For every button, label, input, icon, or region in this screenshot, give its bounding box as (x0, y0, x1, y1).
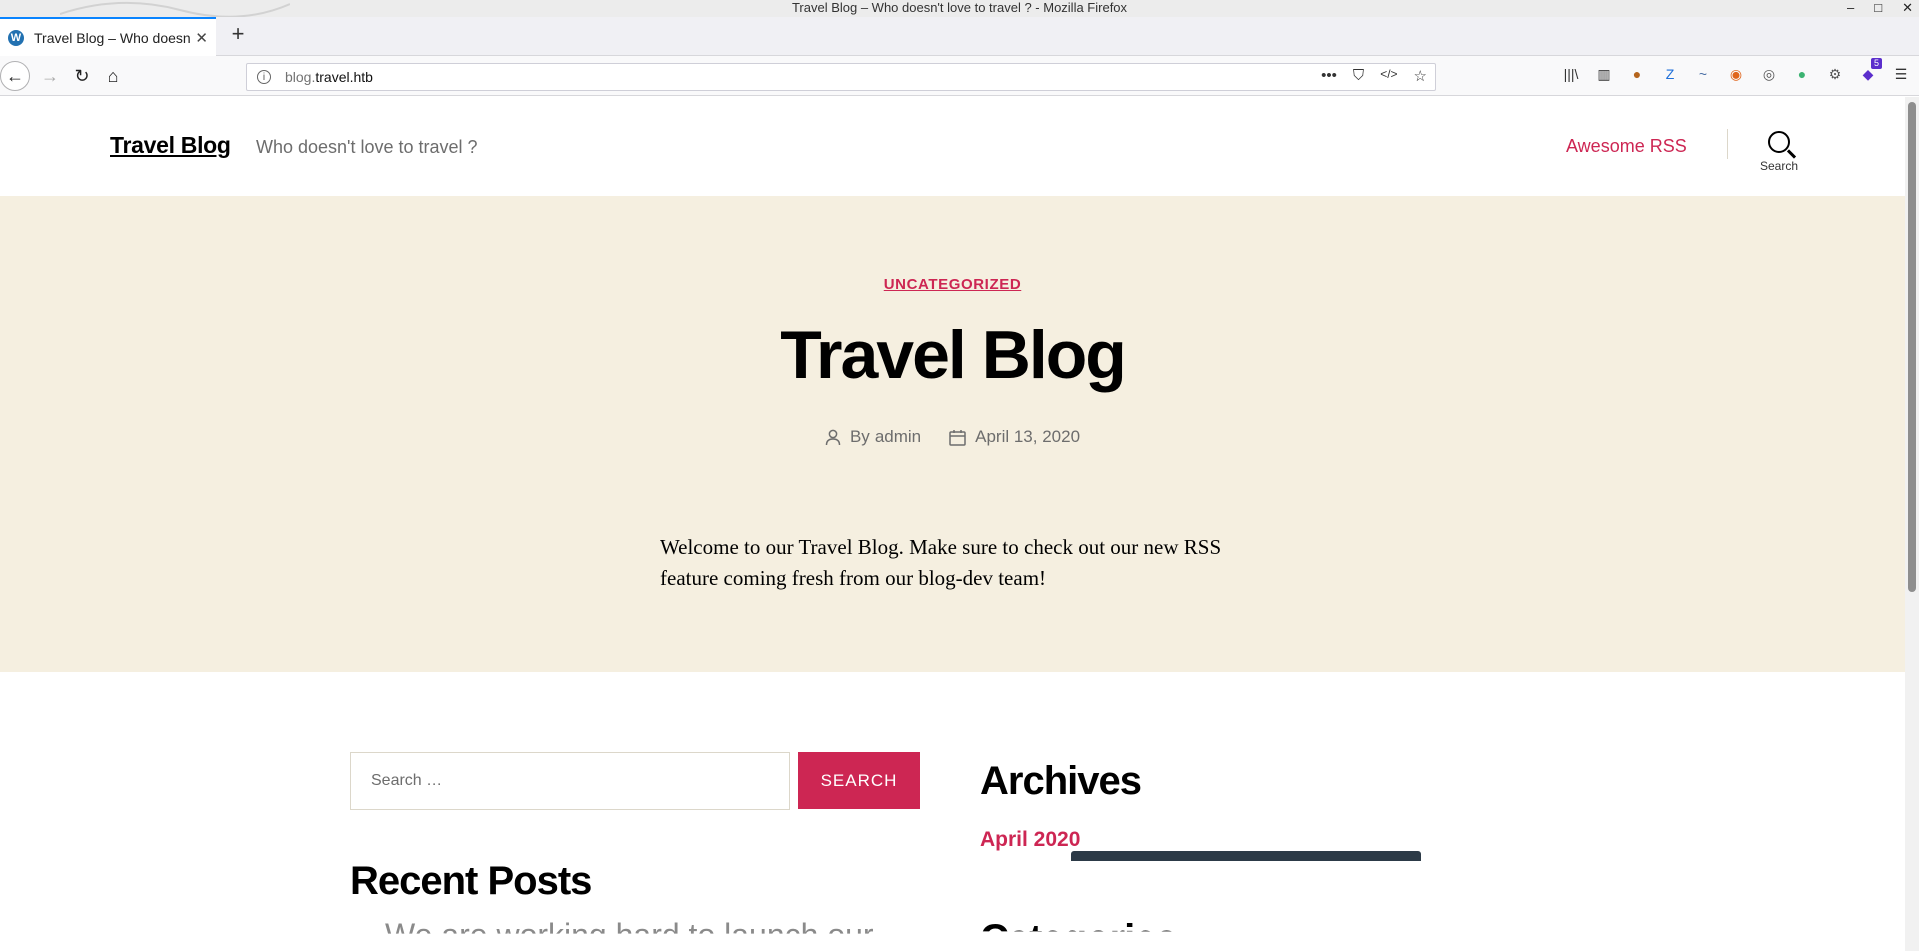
category-link[interactable]: UNCATEGORIZED (884, 276, 1022, 293)
settings-icon[interactable]: ⚙ (1825, 64, 1845, 84)
wordpress-favicon-icon: W (8, 29, 24, 46)
search-submit-button[interactable]: SEARCH (798, 752, 920, 809)
user-icon[interactable]: ◎ (1759, 64, 1779, 84)
recent-post-link[interactable]: We are working hard to launch our (385, 917, 874, 934)
site-header: Travel Blog Who doesn't love to travel ?… (0, 97, 1905, 196)
new-tab-button[interactable]: + (226, 23, 250, 47)
page-scrollbar[interactable] (1905, 97, 1919, 951)
post-body: Welcome to our Travel Blog. Make sure to… (660, 535, 1222, 590)
bookmark-star-icon[interactable]: ☆ (1414, 67, 1427, 85)
window-title: Travel Blog – Who doesn't love to travel… (791, 0, 1128, 15)
search-icon (1768, 131, 1790, 153)
url-text[interactable]: blog.travel.htb (285, 69, 373, 85)
close-window-button[interactable]: ✕ (1902, 0, 1913, 16)
tab-title: Travel Blog – Who doesn't love to travel… (34, 29, 191, 46)
minimize-button[interactable]: – (1847, 0, 1854, 16)
wappalyzer-icon[interactable]: ~ (1693, 64, 1713, 84)
url-domain: travel.htb (315, 69, 373, 85)
tab-travel-blog[interactable]: W Travel Blog – Who doesn't love to trav… (0, 17, 216, 56)
header-divider (1727, 129, 1728, 159)
categories-heading: Categories (980, 917, 1177, 951)
tab-strip: W Travel Blog – Who doesn't love to trav… (0, 17, 1919, 56)
url-bar[interactable]: i blog.travel.htb ••• ⛉ </> ☆ (246, 63, 1436, 91)
navigation-toolbar: ← → ↻ ⌂ i blog.travel.htb ••• ⛉ </> ☆ ||… (0, 56, 1919, 96)
archives-heading: Archives (980, 759, 1142, 803)
widgets-area: Search … SEARCH Recent Posts We are work… (0, 672, 1905, 951)
calendar-icon (949, 429, 966, 446)
foxyproxy-icon[interactable]: ● (1792, 64, 1812, 84)
url-prefix: blog. (285, 69, 316, 85)
basketball-icon[interactable]: ◉ (1726, 64, 1746, 84)
home-button[interactable]: ⌂ (99, 62, 127, 90)
web-page: Travel Blog Who doesn't love to travel ?… (0, 97, 1905, 951)
nav-link-awesome-rss[interactable]: Awesome RSS (1566, 136, 1687, 157)
post-date-link[interactable]: April 13, 2020 (975, 427, 1080, 447)
pocket-icon[interactable]: ⛉ (1353, 67, 1364, 85)
scrollbar-thumb[interactable] (1908, 102, 1916, 592)
menu-icon[interactable]: ☰ (1891, 64, 1911, 84)
page-actions-icon[interactable]: ••• (1321, 67, 1337, 85)
author-link[interactable]: admin (875, 427, 921, 447)
back-button[interactable]: ← (0, 61, 30, 91)
site-title-link[interactable]: Travel Blog (110, 132, 231, 159)
site-description: Who doesn't love to travel ? (256, 137, 478, 157)
desktop-swirl-icon (60, 1, 290, 17)
site-info-icon[interactable]: i (257, 70, 271, 84)
recent-posts-heading: Recent Posts (350, 859, 592, 903)
post-meta: By admin April 13, 2020 (0, 427, 1905, 447)
reload-button[interactable]: ↻ (68, 62, 96, 90)
bottom-overlay-bar (1071, 851, 1421, 861)
extension-badge: 5 (1870, 58, 1882, 69)
toolbar-extensions: |||\ ▥ ● Z ~ ◉ ◎ ● ⚙ ◆ 5 ☰ (1561, 58, 1911, 84)
cookie-icon[interactable]: ● (1627, 64, 1647, 84)
extension-icon[interactable]: ◆ 5 (1858, 58, 1882, 84)
reader-code-icon[interactable]: </> (1380, 67, 1397, 85)
post-title: Travel Blog (780, 317, 1127, 393)
zotero-icon[interactable]: Z (1660, 64, 1680, 84)
search-input[interactable]: Search … (350, 752, 790, 810)
close-tab-icon[interactable]: ✕ (195, 29, 208, 47)
library-icon[interactable]: |||\ (1561, 64, 1581, 84)
forward-button[interactable]: → (36, 62, 64, 90)
author-prefix: By (849, 427, 870, 446)
author-icon (825, 429, 841, 445)
post-hero: UNCATEGORIZED Travel Blog By admin April… (0, 196, 1905, 672)
maximize-button[interactable]: □ (1874, 0, 1882, 16)
search-toggle-button[interactable]: Search (1754, 131, 1804, 173)
archive-link-april-2020[interactable]: April 2020 (980, 828, 1080, 852)
window-titlebar: Travel Blog – Who doesn't love to travel… (0, 0, 1919, 17)
search-toggle-label: Search (1759, 159, 1799, 173)
sidebar-icon[interactable]: ▥ (1594, 64, 1614, 84)
